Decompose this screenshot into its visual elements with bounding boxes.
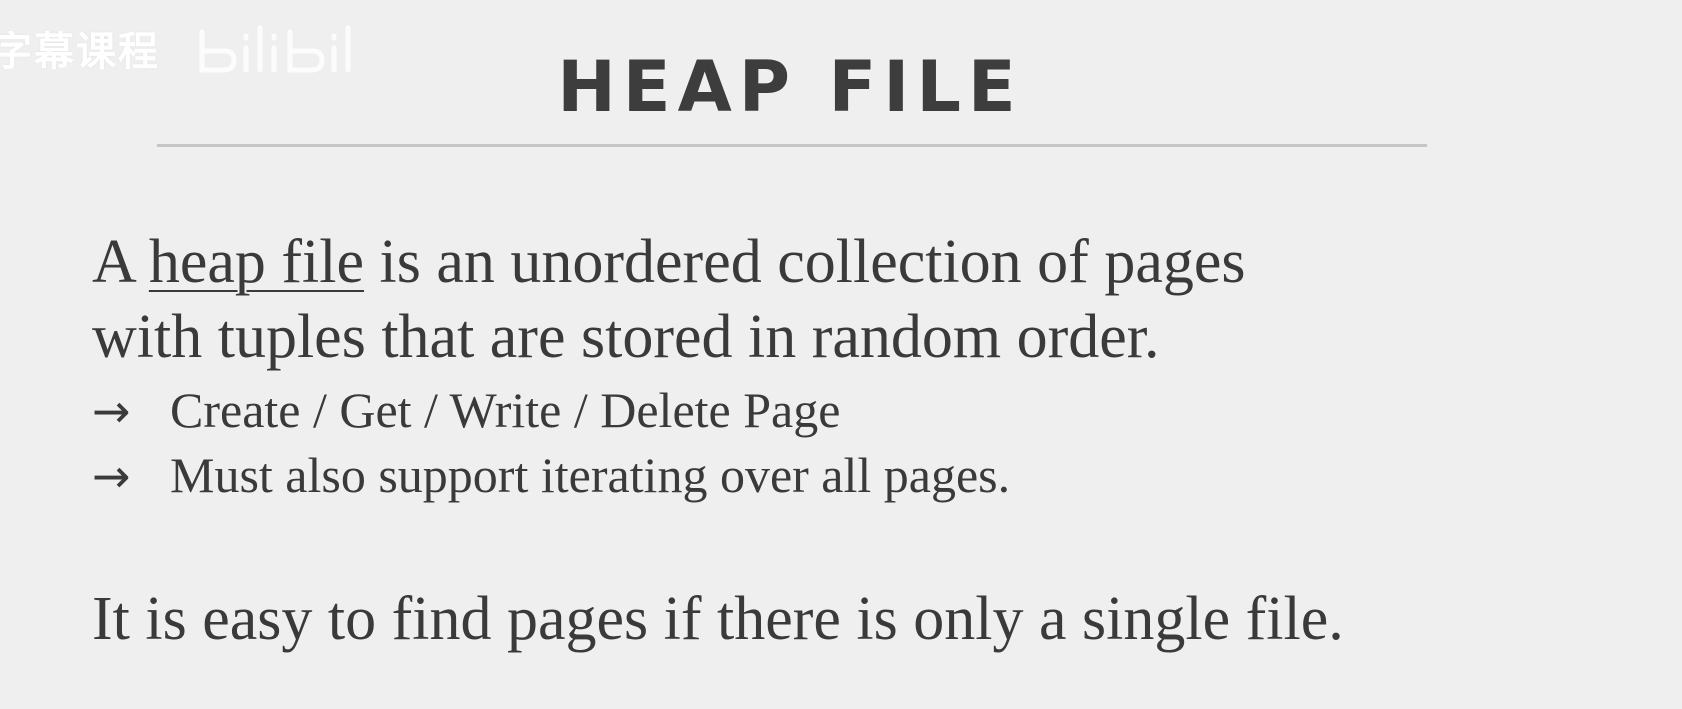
title-divider [157, 144, 1427, 147]
bullet-item: → Must also support iterating over all p… [92, 443, 1592, 508]
definition-line2: with tuples that are stored in random or… [92, 303, 1160, 371]
bullet-text: Create / Get / Write / Delete Page [170, 382, 841, 438]
definition-prefix: A [92, 228, 149, 296]
bullet-item: → Create / Get / Write / Delete Page [92, 378, 1592, 443]
definition-rest: is an unordered collection of pages [364, 228, 1246, 296]
right-arrow-icon: → [92, 449, 131, 503]
right-arrow-icon: → [92, 384, 131, 438]
bullet-text: Must also support iterating over all pag… [170, 447, 1011, 503]
definition-paragraph: A heap file is an unordered collection o… [92, 225, 1592, 375]
summary-paragraph: It is easy to find pages if there is onl… [92, 585, 1344, 653]
slide-body: A heap file is an unordered collection o… [92, 225, 1592, 508]
term-heap-file: heap file [148, 228, 365, 296]
slide-title: HEAP FILE [557, 46, 1023, 128]
bullet-list: → Create / Get / Write / Delete Page → M… [92, 378, 1592, 508]
